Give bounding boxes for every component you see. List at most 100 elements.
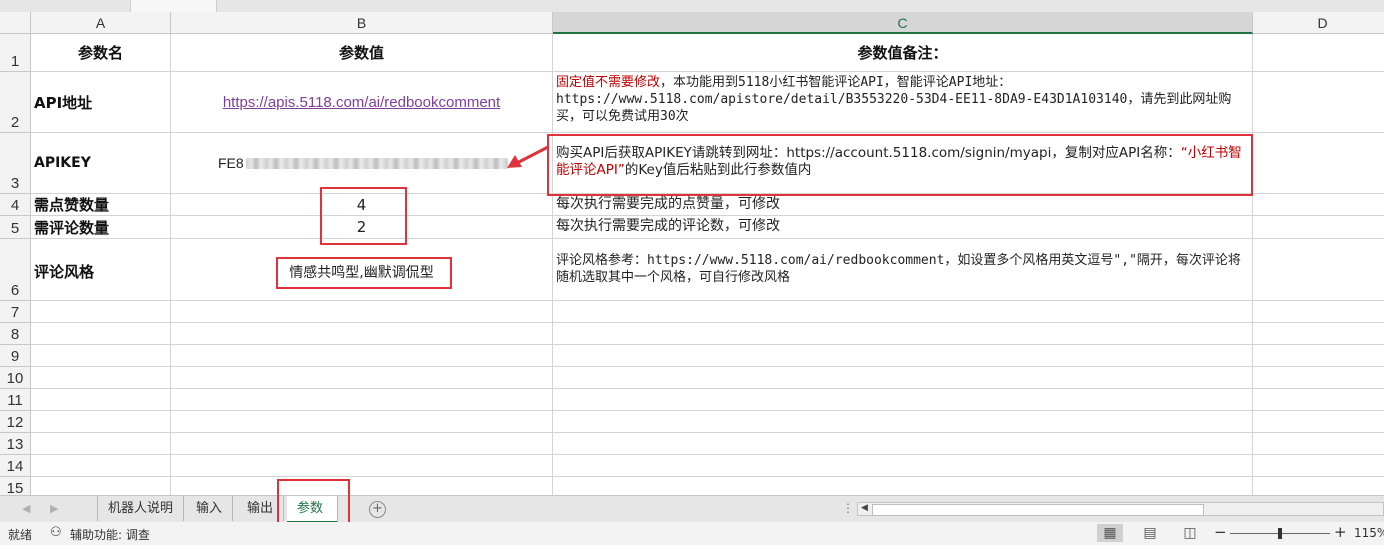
row-header-11[interactable]: 11 bbox=[0, 389, 31, 411]
cell-a9[interactable] bbox=[31, 345, 171, 367]
sheet-tab-robot-info[interactable]: 机器人说明 bbox=[97, 496, 185, 521]
tab-splitter-icon[interactable]: ⋮ bbox=[842, 501, 854, 515]
select-all-corner[interactable] bbox=[0, 12, 31, 34]
cell-a6[interactable]: 评论风格 bbox=[31, 239, 171, 301]
cell-d14[interactable] bbox=[1253, 455, 1384, 477]
row-header-7[interactable]: 7 bbox=[0, 301, 31, 323]
cell-b8[interactable] bbox=[171, 323, 553, 345]
cell-b10[interactable] bbox=[171, 367, 553, 389]
add-sheet-icon[interactable]: + bbox=[369, 501, 386, 518]
cell-c5[interactable]: 每次执行需要完成的评论数，可修改 bbox=[553, 216, 1253, 239]
cell-a10[interactable] bbox=[31, 367, 171, 389]
cell-d13[interactable] bbox=[1253, 433, 1384, 455]
scrollbar-thumb[interactable] bbox=[872, 504, 1204, 516]
sheet-tab-output[interactable]: 输出 bbox=[237, 496, 285, 521]
cell-c6[interactable]: 评论风格参考：https://www.5118.com/ai/redbookco… bbox=[553, 239, 1253, 301]
horizontal-scrollbar[interactable]: ◀ bbox=[857, 502, 1384, 516]
zoom-level[interactable]: 115% bbox=[1354, 526, 1384, 540]
cell-b9[interactable] bbox=[171, 345, 553, 367]
cell-c1[interactable]: 参数值备注： bbox=[553, 34, 1253, 72]
cell-c13[interactable] bbox=[553, 433, 1253, 455]
cell-a8[interactable] bbox=[31, 323, 171, 345]
accessibility-icon[interactable]: ⚇ bbox=[50, 525, 62, 540]
cell-d5[interactable] bbox=[1253, 216, 1384, 239]
cell-b1[interactable]: 参数值 bbox=[171, 34, 553, 72]
cell-d4[interactable] bbox=[1253, 194, 1384, 216]
zoom-slider-thumb[interactable] bbox=[1278, 528, 1282, 539]
column-header-c[interactable]: C bbox=[553, 12, 1253, 34]
scroll-left-icon[interactable]: ◀ bbox=[861, 503, 868, 513]
row-header-5[interactable]: 5 bbox=[0, 216, 31, 239]
cell-c9[interactable] bbox=[553, 345, 1253, 367]
cell-d12[interactable] bbox=[1253, 411, 1384, 433]
page-break-preview-icon[interactable]: ◫ bbox=[1177, 524, 1203, 542]
zoom-in-icon[interactable]: + bbox=[1334, 523, 1347, 541]
row-header-3[interactable]: 3 bbox=[0, 133, 31, 194]
next-sheet-icon[interactable]: ▶ bbox=[50, 502, 58, 515]
cell-d2[interactable] bbox=[1253, 72, 1384, 133]
cell-a4[interactable]: 需点赞数量 bbox=[31, 194, 171, 216]
cell-d1[interactable] bbox=[1253, 34, 1384, 72]
cell-b6[interactable]: 情感共鸣型,幽默调侃型 bbox=[171, 239, 553, 301]
cell-c12[interactable] bbox=[553, 411, 1253, 433]
cell-a2[interactable]: API地址 bbox=[31, 72, 171, 133]
cell-b5[interactable]: 2 bbox=[171, 216, 553, 239]
row-header-8[interactable]: 8 bbox=[0, 323, 31, 345]
cell-a1[interactable]: 参数名 bbox=[31, 34, 171, 72]
cell-a13[interactable] bbox=[31, 433, 171, 455]
cell-a5[interactable]: 需评论数量 bbox=[31, 216, 171, 239]
cell-d9[interactable] bbox=[1253, 345, 1384, 367]
page-layout-icon[interactable]: ▤ bbox=[1137, 524, 1163, 542]
row-header-10[interactable]: 10 bbox=[0, 367, 31, 389]
cell-c15[interactable] bbox=[553, 477, 1253, 495]
column-header-a[interactable]: A bbox=[31, 12, 171, 34]
cell-b12[interactable] bbox=[171, 411, 553, 433]
row-header-12[interactable]: 12 bbox=[0, 411, 31, 433]
row-header-9[interactable]: 9 bbox=[0, 345, 31, 367]
cell-d10[interactable] bbox=[1253, 367, 1384, 389]
cell-c11[interactable] bbox=[553, 389, 1253, 411]
sheet-tab-input[interactable]: 输入 bbox=[186, 496, 234, 521]
cell-a14[interactable] bbox=[31, 455, 171, 477]
cell-a3[interactable]: APIKEY bbox=[31, 133, 171, 194]
cell-b13[interactable] bbox=[171, 433, 553, 455]
cell-c10[interactable] bbox=[553, 367, 1253, 389]
cell-d11[interactable] bbox=[1253, 389, 1384, 411]
column-header-d[interactable]: D bbox=[1253, 12, 1384, 34]
zoom-out-icon[interactable]: − bbox=[1214, 523, 1227, 541]
row-header-15[interactable]: 15 bbox=[0, 477, 31, 495]
api-url-link[interactable]: https://apis.5118.com/ai/redbookcomment bbox=[223, 94, 500, 111]
row-header-6[interactable]: 6 bbox=[0, 239, 31, 301]
cell-c8[interactable] bbox=[553, 323, 1253, 345]
cell-c4[interactable]: 每次执行需要完成的点赞量，可修改 bbox=[553, 194, 1253, 216]
cell-b3[interactable]: FE8 bbox=[171, 133, 553, 194]
column-header-b[interactable]: B bbox=[171, 12, 553, 34]
cell-d8[interactable] bbox=[1253, 323, 1384, 345]
cell-d6[interactable] bbox=[1253, 239, 1384, 301]
accessibility-status[interactable]: 辅助功能: 调查 bbox=[70, 526, 150, 543]
cell-b14[interactable] bbox=[171, 455, 553, 477]
cell-a11[interactable] bbox=[31, 389, 171, 411]
cell-b7[interactable] bbox=[171, 301, 553, 323]
normal-view-icon[interactable]: ▦ bbox=[1097, 524, 1123, 542]
cell-c14[interactable] bbox=[553, 455, 1253, 477]
row-header-2[interactable]: 2 bbox=[0, 72, 31, 133]
cell-c7[interactable] bbox=[553, 301, 1253, 323]
row-header-13[interactable]: 13 bbox=[0, 433, 31, 455]
cell-d7[interactable] bbox=[1253, 301, 1384, 323]
cell-b2[interactable]: https://apis.5118.com/ai/redbookcomment bbox=[171, 72, 553, 133]
sheet-tab-params[interactable]: 参数 bbox=[287, 496, 338, 523]
prev-sheet-icon[interactable]: ◀ bbox=[22, 502, 30, 515]
cell-c2[interactable]: 固定值不需要修改，本功能用到5118小红书智能评论API，智能评论API地址：h… bbox=[553, 72, 1253, 133]
cell-a15[interactable] bbox=[31, 477, 171, 495]
cell-a12[interactable] bbox=[31, 411, 171, 433]
cell-b15[interactable] bbox=[171, 477, 553, 495]
cell-b11[interactable] bbox=[171, 389, 553, 411]
row-header-4[interactable]: 4 bbox=[0, 194, 31, 216]
row-header-1[interactable]: 1 bbox=[0, 34, 31, 72]
cell-b4[interactable]: 4 bbox=[171, 194, 553, 216]
cell-d3[interactable] bbox=[1253, 133, 1384, 194]
row-header-14[interactable]: 14 bbox=[0, 455, 31, 477]
cell-a7[interactable] bbox=[31, 301, 171, 323]
cell-c3[interactable]: 购买API后获取APIKEY请跳转到网址：https://account.511… bbox=[553, 133, 1253, 194]
